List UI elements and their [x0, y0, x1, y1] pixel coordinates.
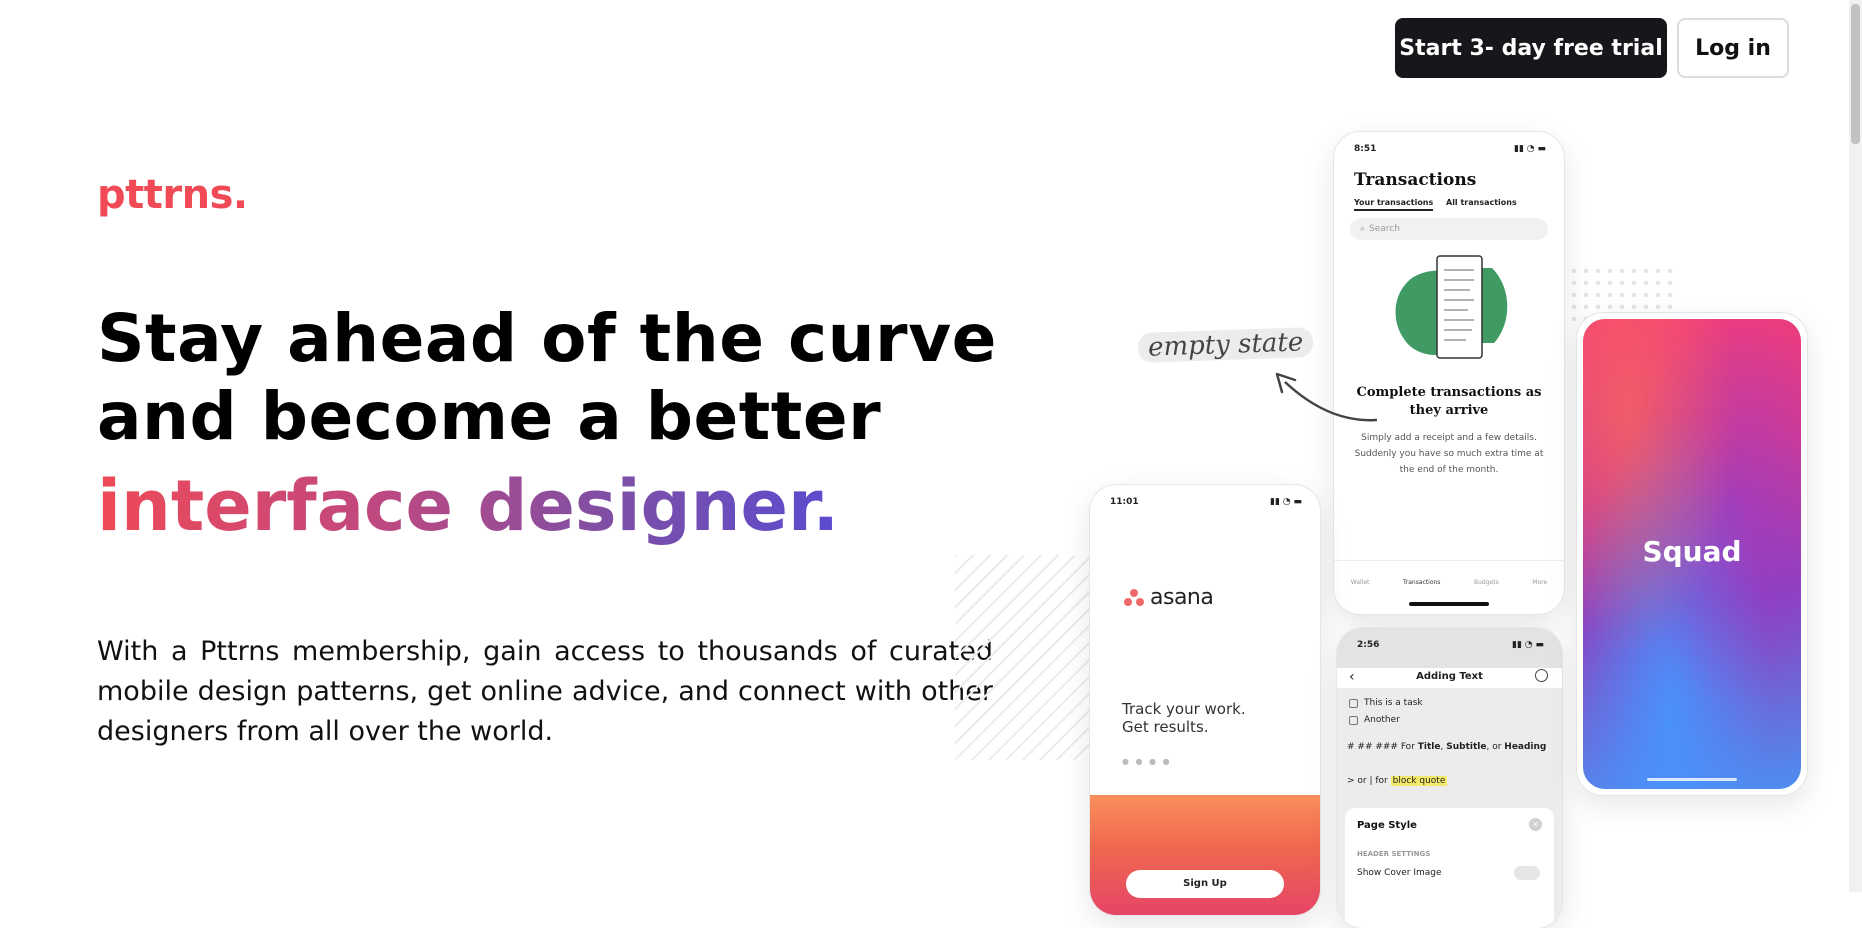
- phone-squad: Squad: [1577, 313, 1807, 795]
- tabbar-wallet: Wallet: [1350, 579, 1370, 586]
- headline-gradient-line: interface designer.: [97, 465, 840, 547]
- close-icon: ✕: [1529, 818, 1542, 831]
- heading-hint: # ## ### For Title, Subtitle, or Heading: [1347, 742, 1547, 752]
- tabbar-budgets: Budgets: [1474, 579, 1499, 586]
- start-trial-button[interactable]: Start 3- day free trial: [1395, 18, 1667, 78]
- quote-hint: > or | for block quote: [1347, 776, 1448, 786]
- tabbar-transactions: Transactions: [1402, 579, 1441, 586]
- transactions-body: Simply add a receipt and a few details. …: [1354, 433, 1544, 475]
- status-icons: ▮▮ ◔ ▬: [1512, 640, 1544, 650]
- asana-tagline-1: Track your work.: [1122, 700, 1246, 718]
- adding-text-body: This is a task Another # ## ### For Titl…: [1337, 688, 1562, 928]
- status-time: 11:01: [1110, 497, 1139, 507]
- phone-asana: 11:01 ▮▮ ◔ ▬ asana Track your work. Get …: [1090, 485, 1320, 915]
- hero-description: With a Pttrns membership, gain access to…: [97, 636, 993, 747]
- decorative-stripes: [955, 555, 1095, 760]
- checkbox-icon: [1349, 698, 1358, 708]
- asana-signup-button: Sign Up: [1126, 870, 1284, 898]
- home-indicator: [1409, 602, 1489, 606]
- tab-all-transactions: All transactions: [1446, 198, 1517, 207]
- headline-line-1: Stay ahead of the curve: [97, 300, 997, 377]
- home-indicator: [1647, 778, 1737, 781]
- task-item: This is a task: [1349, 698, 1423, 708]
- pttrns-logo[interactable]: pttrns.: [97, 172, 248, 218]
- transactions-title: Transactions: [1354, 170, 1477, 190]
- tab-your-transactions: Your transactions: [1354, 198, 1434, 211]
- status-time: 8:51: [1354, 144, 1377, 154]
- status-time: 2:56: [1357, 640, 1380, 650]
- scrollbar-thumb[interactable]: [1851, 4, 1860, 144]
- transactions-search: ⌕ Search: [1350, 218, 1548, 240]
- hero-headline: Stay ahead of the curve and become a bet…: [97, 300, 997, 456]
- task-item: Another: [1349, 715, 1400, 725]
- asana-pager: ● ● ● ●: [1122, 757, 1172, 766]
- sheet-title: Page Style: [1357, 820, 1417, 831]
- search-placeholder: Search: [1369, 224, 1400, 234]
- transactions-tabbar: Wallet Transactions Budgets More: [1334, 560, 1564, 591]
- cover-image-toggle: [1514, 866, 1540, 880]
- login-button[interactable]: Log in: [1677, 18, 1789, 78]
- receipt-illustration-icon: [1395, 255, 1508, 359]
- curved-arrow-icon: [1275, 372, 1378, 422]
- page-style-sheet: Page Style ✕ HEADER SETTINGS Show Cover …: [1345, 808, 1554, 928]
- tabbar-more: More: [1532, 579, 1548, 586]
- search-icon: ⌕: [1360, 224, 1366, 234]
- asana-dots-icon: [1124, 588, 1144, 607]
- asana-wordmark: asana: [1150, 585, 1214, 610]
- adding-text-title: Adding Text: [1416, 671, 1483, 682]
- headline-line-2: and become a better: [97, 378, 882, 455]
- asana-tagline: Track your work. Get results.: [1122, 700, 1246, 736]
- phone-adding-text: 2:56 ▮▮ ◔ ▬ ‹ Adding Text This is a task…: [1337, 628, 1562, 928]
- status-icons: ▮▮ ◔ ▬: [1270, 497, 1302, 507]
- more-icon: [1535, 669, 1548, 682]
- sheet-section-label: HEADER SETTINGS: [1357, 850, 1431, 858]
- sheet-row-label: Show Cover Image: [1357, 868, 1442, 878]
- squad-title: Squad: [1642, 535, 1742, 568]
- checkbox-icon: [1349, 715, 1358, 725]
- empty-state-callout: empty state: [1137, 326, 1314, 364]
- status-icons: ▮▮ ◔ ▬: [1514, 144, 1546, 154]
- asana-tagline-2: Get results.: [1122, 718, 1209, 736]
- page-scrollbar[interactable]: [1849, 0, 1862, 892]
- asana-logo: asana: [1124, 585, 1214, 610]
